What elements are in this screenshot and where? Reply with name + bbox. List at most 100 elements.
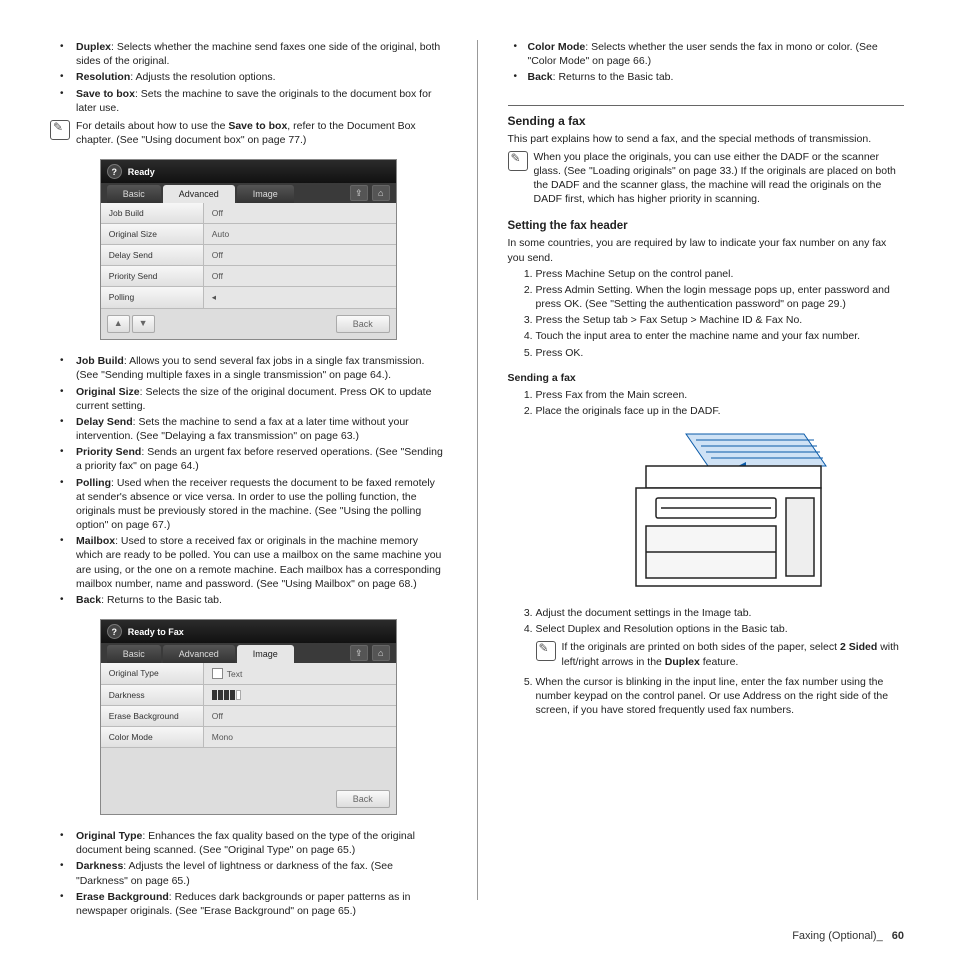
table-row[interactable]: Priority SendOff [101, 266, 396, 287]
page-number: 60 [892, 930, 904, 942]
term: Back [528, 71, 553, 83]
heading-sending-fax: Sending a fax [508, 114, 905, 128]
row-label: Erase Background [101, 706, 204, 726]
row-label: Original Type [101, 663, 204, 684]
paragraph: In some countries, you are required by l… [508, 236, 905, 264]
heading-fax-header: Setting the fax header [508, 220, 905, 232]
term: Save to box [76, 88, 135, 100]
up-icon[interactable]: ▲ [107, 315, 130, 333]
send-steps: Press Fax from the Main screen. Place th… [508, 388, 905, 418]
text: : Adjusts the level of lightness or dark… [76, 860, 393, 886]
screen-header: ? Ready to Fax [101, 620, 396, 643]
step: Place the originals face up in the DADF. [536, 404, 905, 418]
row-value: Text [204, 663, 396, 684]
row-label: Job Build [101, 203, 204, 223]
note-dadf: When you place the originals, you can us… [508, 150, 905, 207]
right-column: Color Mode: Selects whether the user sen… [508, 40, 905, 900]
tab-image[interactable]: Image [237, 185, 294, 203]
page-footer: Faxing (Optional)_ 60 [792, 930, 904, 942]
send-steps-cont: Adjust the document settings in the Imag… [508, 606, 905, 636]
send-steps-5: When the cursor is blinking in the input… [508, 675, 905, 718]
table-row[interactable]: Delay SendOff [101, 245, 396, 266]
back-button[interactable]: Back [336, 790, 390, 808]
table-row[interactable]: Job BuildOff [101, 203, 396, 224]
step: Press the Setup tab > Fax Setup > Machin… [536, 313, 905, 327]
row-label: Polling [101, 287, 204, 308]
note-icon [508, 151, 528, 171]
table-row[interactable]: Color ModeMono [101, 727, 396, 748]
status-label: Ready to Fax [128, 627, 184, 637]
step: Press OK. [536, 346, 905, 360]
table-row[interactable]: Darkness [101, 685, 396, 706]
table-row[interactable]: Erase BackgroundOff [101, 706, 396, 727]
tabs: Basic Advanced Image ⇪ ⌂ [101, 643, 396, 663]
screen-footer: Back [101, 784, 396, 814]
t: If the originals are printed on both sid… [562, 641, 840, 653]
step: When the cursor is blinking in the input… [536, 675, 905, 718]
heading-sending-fax-sub: Sending a fax [508, 372, 905, 384]
printer-illustration [576, 426, 836, 596]
tab-advanced[interactable]: Advanced [163, 185, 235, 203]
term: Erase Background [76, 891, 169, 903]
list-item: Color Mode: Selects whether the user sen… [508, 40, 905, 68]
row-label: Delay Send [101, 245, 204, 265]
text: : Allows you to send several fax jobs in… [76, 355, 424, 381]
usb-icon[interactable]: ⇪ [350, 645, 368, 661]
left-column: Duplex: Selects whether the machine send… [50, 40, 447, 900]
table-row[interactable]: Polling◂ [101, 287, 396, 309]
tab-advanced[interactable]: Advanced [163, 645, 235, 663]
list-item: Delay Send: Sets the machine to send a f… [50, 415, 447, 443]
list-item: Resolution: Adjusts the resolution optio… [50, 70, 447, 84]
tab-basic[interactable]: Basic [107, 185, 161, 203]
term: Color Mode [528, 41, 586, 53]
note-text: If the originals are printed on both sid… [562, 640, 905, 668]
text: : Adjusts the resolution options. [130, 71, 275, 83]
usb-icon[interactable]: ⇪ [350, 185, 368, 201]
header-steps: Press Machine Setup on the control panel… [508, 267, 905, 360]
term: Delay Send [76, 416, 133, 428]
row-value: Off [204, 266, 396, 286]
term: Original Size [76, 386, 140, 398]
screen-body: Job BuildOff Original SizeAuto Delay Sen… [101, 203, 396, 309]
row-value: Off [204, 706, 396, 726]
list-item: Polling: Used when the receiver requests… [50, 476, 447, 533]
list-item: Duplex: Selects whether the machine send… [50, 40, 447, 68]
down-icon[interactable]: ▼ [132, 315, 155, 333]
step: Adjust the document settings in the Imag… [536, 606, 905, 620]
status-label: Ready [128, 167, 155, 177]
t: For details about how to use the [76, 120, 228, 132]
darkness-bars [212, 690, 241, 700]
t: Duplex [665, 656, 700, 668]
list-item: Back: Returns to the Basic tab. [50, 593, 447, 607]
row-value: Mono [204, 727, 396, 747]
home-icon[interactable]: ⌂ [372, 645, 390, 661]
color-mode-back-list: Color Mode: Selects whether the user sen… [508, 40, 905, 85]
list-item: Original Type: Enhances the fax quality … [50, 829, 447, 857]
page: Duplex : Selects whether the machine send… [0, 0, 954, 954]
back-button[interactable]: Back [336, 315, 390, 333]
column-divider [477, 40, 478, 900]
tab-basic[interactable]: Basic [107, 645, 161, 663]
note-save-to-box: For details about how to use the Save to… [50, 119, 447, 147]
t: feature. [700, 656, 739, 668]
empty-space [101, 748, 396, 784]
text: : Selects whether the machine send faxes… [76, 41, 440, 67]
t: chapter. (See "Using document box" on pa… [76, 134, 306, 146]
text: : Used when the receiver requests the do… [76, 477, 435, 532]
tab-image[interactable]: Image [237, 645, 294, 663]
term: Mailbox [76, 535, 115, 547]
home-icon[interactable]: ⌂ [372, 185, 390, 201]
text: : Used to store a received fax or origin… [76, 535, 441, 590]
screen-header: ? Ready [101, 160, 396, 183]
t: Save to box [228, 120, 287, 132]
table-row[interactable]: Original SizeAuto [101, 224, 396, 245]
row-label: Darkness [101, 685, 204, 705]
checkbox-icon [212, 668, 223, 679]
two-columns: Duplex : Selects whether the machine send… [50, 40, 904, 900]
table-row[interactable]: Original TypeText [101, 663, 396, 685]
row-label: Color Mode [101, 727, 204, 747]
list-item: Back: Returns to the Basic tab. [508, 70, 905, 84]
note-duplex: If the originals are printed on both sid… [536, 640, 905, 668]
term: Polling [76, 477, 111, 489]
step: Select Duplex and Resolution options in … [536, 622, 905, 636]
